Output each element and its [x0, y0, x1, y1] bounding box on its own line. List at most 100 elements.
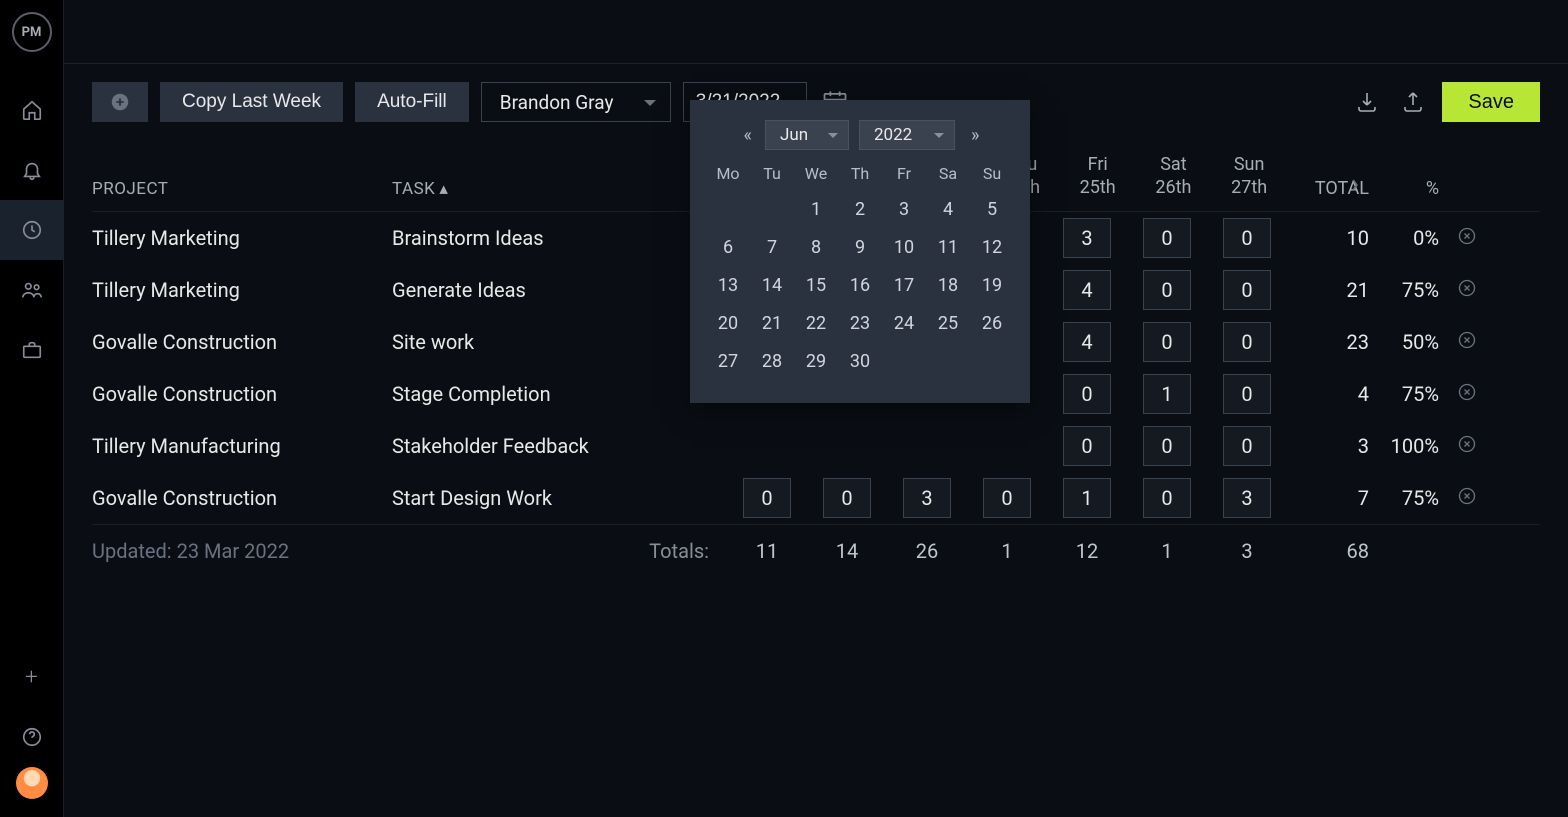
hours-input[interactable]: 0 [1143, 218, 1191, 258]
hours-input[interactable]: 0 [1143, 322, 1191, 362]
avatar[interactable] [16, 767, 48, 799]
picker-day[interactable]: 16 [838, 267, 882, 305]
people-icon [21, 279, 43, 301]
delete-row-button[interactable] [1447, 226, 1487, 251]
cell-project: Tillery Marketing [92, 226, 392, 250]
total-sat: 1 [1127, 539, 1207, 563]
save-button[interactable]: Save [1442, 82, 1540, 122]
delete-row-button[interactable] [1447, 278, 1487, 303]
picker-day[interactable]: 28 [750, 343, 794, 381]
hours-input[interactable]: 0 [1223, 270, 1271, 310]
hours-input[interactable]: 3 [1063, 218, 1111, 258]
picker-day[interactable]: 7 [750, 229, 794, 267]
picker-day[interactable]: 17 [882, 267, 926, 305]
hours-input[interactable]: 0 [823, 478, 871, 518]
picker-day[interactable]: 2 [838, 191, 882, 229]
picker-day[interactable]: 19 [970, 267, 1014, 305]
picker-dow-row: MoTuWeThFrSaSu [706, 164, 1014, 183]
picker-dow: Mo [706, 164, 750, 183]
hours-input[interactable]: 0 [1143, 426, 1191, 466]
sort-asc-icon: ▴ [439, 179, 448, 199]
picker-day [926, 343, 970, 381]
hours-input[interactable]: 0 [1223, 322, 1271, 362]
hours-input[interactable]: 0 [1143, 478, 1191, 518]
hours-input[interactable]: 4 [1063, 322, 1111, 362]
picker-day[interactable]: 22 [794, 305, 838, 343]
picker-day[interactable]: 14 [750, 267, 794, 305]
plus-circle-icon [109, 91, 131, 113]
hours-input[interactable]: 0 [1223, 218, 1271, 258]
picker-day[interactable]: 23 [838, 305, 882, 343]
picker-day[interactable]: 20 [706, 305, 750, 343]
hours-input[interactable]: 1 [1143, 374, 1191, 414]
hours-input[interactable]: 0 [1223, 426, 1271, 466]
nav-timesheet[interactable] [0, 200, 64, 260]
close-circle-icon [1457, 226, 1477, 246]
picker-day[interactable]: 12 [970, 229, 1014, 267]
export-button[interactable] [1396, 85, 1430, 119]
auto-fill-button[interactable]: Auto-Fill [355, 82, 469, 122]
header-task[interactable]: TASK▴ [392, 179, 727, 199]
hours-input[interactable]: 3 [903, 478, 951, 518]
picker-day[interactable]: 21 [750, 305, 794, 343]
briefcase-icon [21, 339, 43, 361]
hours-input[interactable]: 4 [1063, 270, 1111, 310]
hours-input[interactable]: 0 [1063, 426, 1111, 466]
hours-input[interactable]: 1 [1063, 478, 1111, 518]
delete-row-button[interactable] [1447, 434, 1487, 459]
picker-day[interactable]: 30 [838, 343, 882, 381]
nav-notifications[interactable] [0, 140, 64, 200]
cell-percent: 0% [1377, 226, 1447, 250]
picker-day[interactable]: 27 [706, 343, 750, 381]
delete-row-button[interactable] [1447, 330, 1487, 355]
picker-day[interactable]: 4 [926, 191, 970, 229]
grand-total: 68 [1287, 539, 1377, 563]
hours-input[interactable]: 0 [1223, 374, 1271, 414]
month-select[interactable]: Jun [765, 120, 849, 150]
picker-next-button[interactable]: » [965, 125, 982, 146]
hours-input[interactable]: 3 [1223, 478, 1271, 518]
nav-add[interactable]: + [0, 647, 64, 707]
picker-day[interactable]: 15 [794, 267, 838, 305]
picker-day[interactable]: 24 [882, 305, 926, 343]
picker-day[interactable]: 1 [794, 191, 838, 229]
picker-day[interactable]: 3 [882, 191, 926, 229]
close-circle-icon [1457, 486, 1477, 506]
import-button[interactable] [1350, 85, 1384, 119]
hours-input[interactable]: 0 [983, 478, 1031, 518]
total-fri: 12 [1047, 539, 1127, 563]
nav-portfolio[interactable] [0, 320, 64, 380]
year-select[interactable]: 2022 [859, 120, 955, 150]
nav-home[interactable] [0, 80, 64, 140]
header-project[interactable]: PROJECT [92, 179, 392, 199]
picker-day[interactable]: 9 [838, 229, 882, 267]
picker-day[interactable]: 26 [970, 305, 1014, 343]
nav-team[interactable] [0, 260, 64, 320]
picker-day[interactable]: 10 [882, 229, 926, 267]
picker-day[interactable]: 11 [926, 229, 970, 267]
user-select[interactable]: Brandon Gray [481, 82, 671, 122]
add-row-button[interactable] [92, 82, 148, 122]
picker-day[interactable]: 13 [706, 267, 750, 305]
copy-last-week-button[interactable]: Copy Last Week [160, 82, 343, 122]
picker-day[interactable]: 8 [794, 229, 838, 267]
hours-input[interactable]: 0 [1063, 374, 1111, 414]
picker-day[interactable]: 18 [926, 267, 970, 305]
table-row: Govalle ConstructionStart Design Work003… [92, 472, 1540, 524]
next-week-button[interactable]: › [1340, 169, 1370, 199]
delete-row-button[interactable] [1447, 382, 1487, 407]
picker-day[interactable]: 5 [970, 191, 1014, 229]
hours-input[interactable]: 0 [1143, 270, 1191, 310]
picker-day[interactable]: 29 [794, 343, 838, 381]
hours-input[interactable]: 0 [743, 478, 791, 518]
picker-day[interactable]: 6 [706, 229, 750, 267]
totals-label: Totals: [392, 539, 727, 563]
picker-day [882, 343, 926, 381]
picker-day[interactable]: 25 [926, 305, 970, 343]
nav-help[interactable] [0, 707, 64, 767]
cell-total: 21 [1287, 278, 1377, 302]
cell-project: Govalle Construction [92, 330, 392, 354]
timesheet-content: PROJECT TASK▴ ‹ Mon21stTue22ndWed23rdThu… [64, 136, 1568, 577]
delete-row-button[interactable] [1447, 486, 1487, 511]
picker-prev-button[interactable]: « [738, 125, 755, 146]
